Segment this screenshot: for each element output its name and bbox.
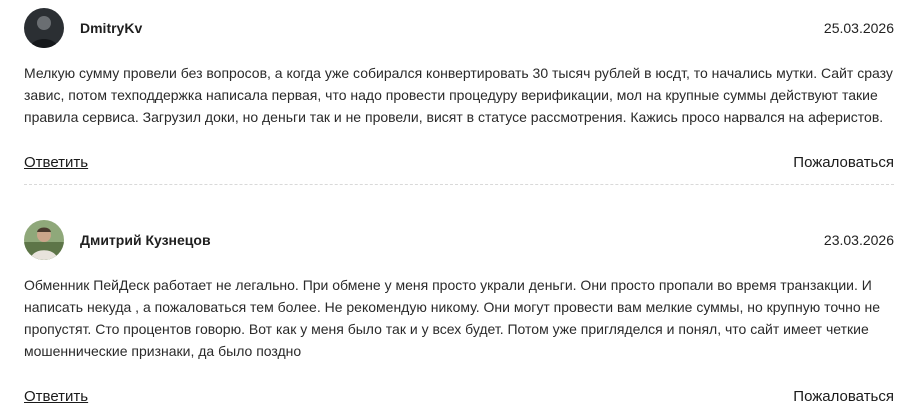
comment-text: Мелкую сумму провели без вопросов, а ког… (24, 65, 893, 125)
comment-actions: Ответить Пожаловаться (24, 154, 894, 178)
comment-item: Дмитрий Кузнецов 23.03.2026 Обменник Пей… (24, 220, 894, 412)
report-link[interactable]: Пожаловаться (793, 388, 894, 405)
reply-link[interactable]: Ответить (24, 154, 88, 171)
comment-item: DmitryKv 25.03.2026 Мелкую сумму провели… (24, 8, 894, 178)
reply-link[interactable]: Ответить (24, 388, 88, 405)
comment-text: Обменник ПейДеск работает не легально. П… (24, 277, 881, 359)
avatar (24, 8, 64, 48)
comment-date: 23.03.2026 (823, 232, 894, 248)
comment-date: 25.03.2026 (823, 20, 894, 36)
comment-header: Дмитрий Кузнецов 23.03.2026 (24, 220, 894, 262)
comments-list: DmitryKv 25.03.2026 Мелкую сумму провели… (0, 0, 910, 408)
comment-author: DmitryKv (80, 20, 143, 36)
avatar (24, 220, 64, 260)
comment-header: DmitryKv 25.03.2026 (24, 8, 894, 50)
comment-actions: Ответить Пожаловаться (24, 388, 894, 412)
report-link[interactable]: Пожаловаться (793, 154, 894, 171)
comment-author: Дмитрий Кузнецов (80, 232, 211, 248)
comment-divider (24, 184, 894, 185)
